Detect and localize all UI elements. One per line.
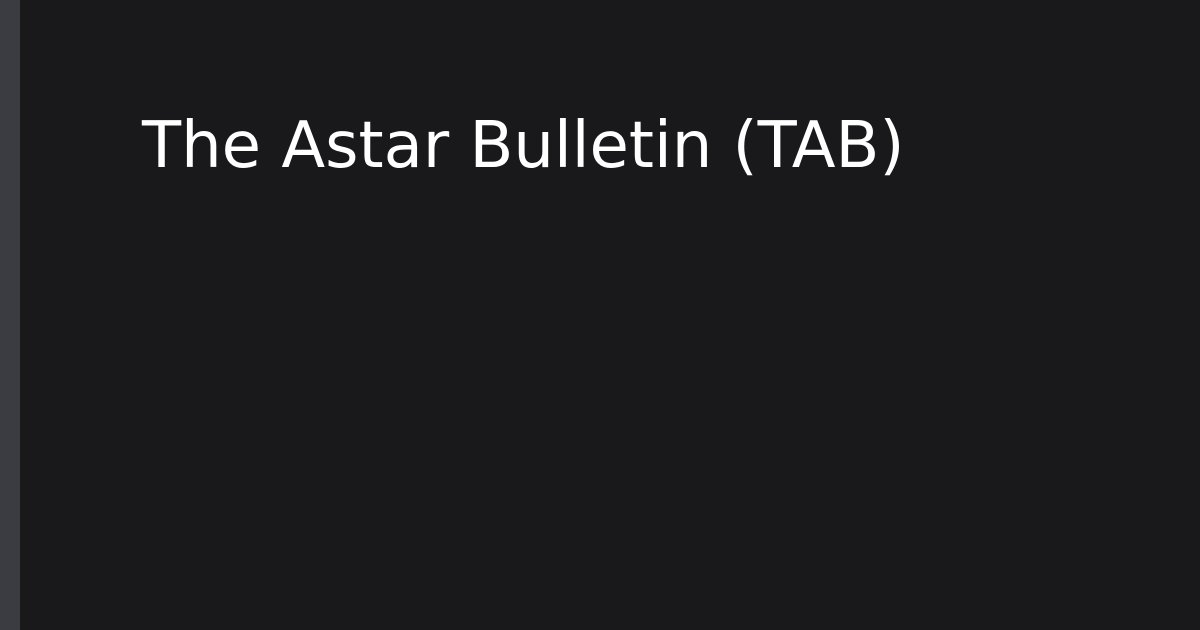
accent-bar	[0, 0, 20, 630]
preview-card: The Astar Bulletin (TAB)	[0, 0, 1200, 630]
page-title: The Astar Bulletin (TAB)	[142, 109, 905, 183]
